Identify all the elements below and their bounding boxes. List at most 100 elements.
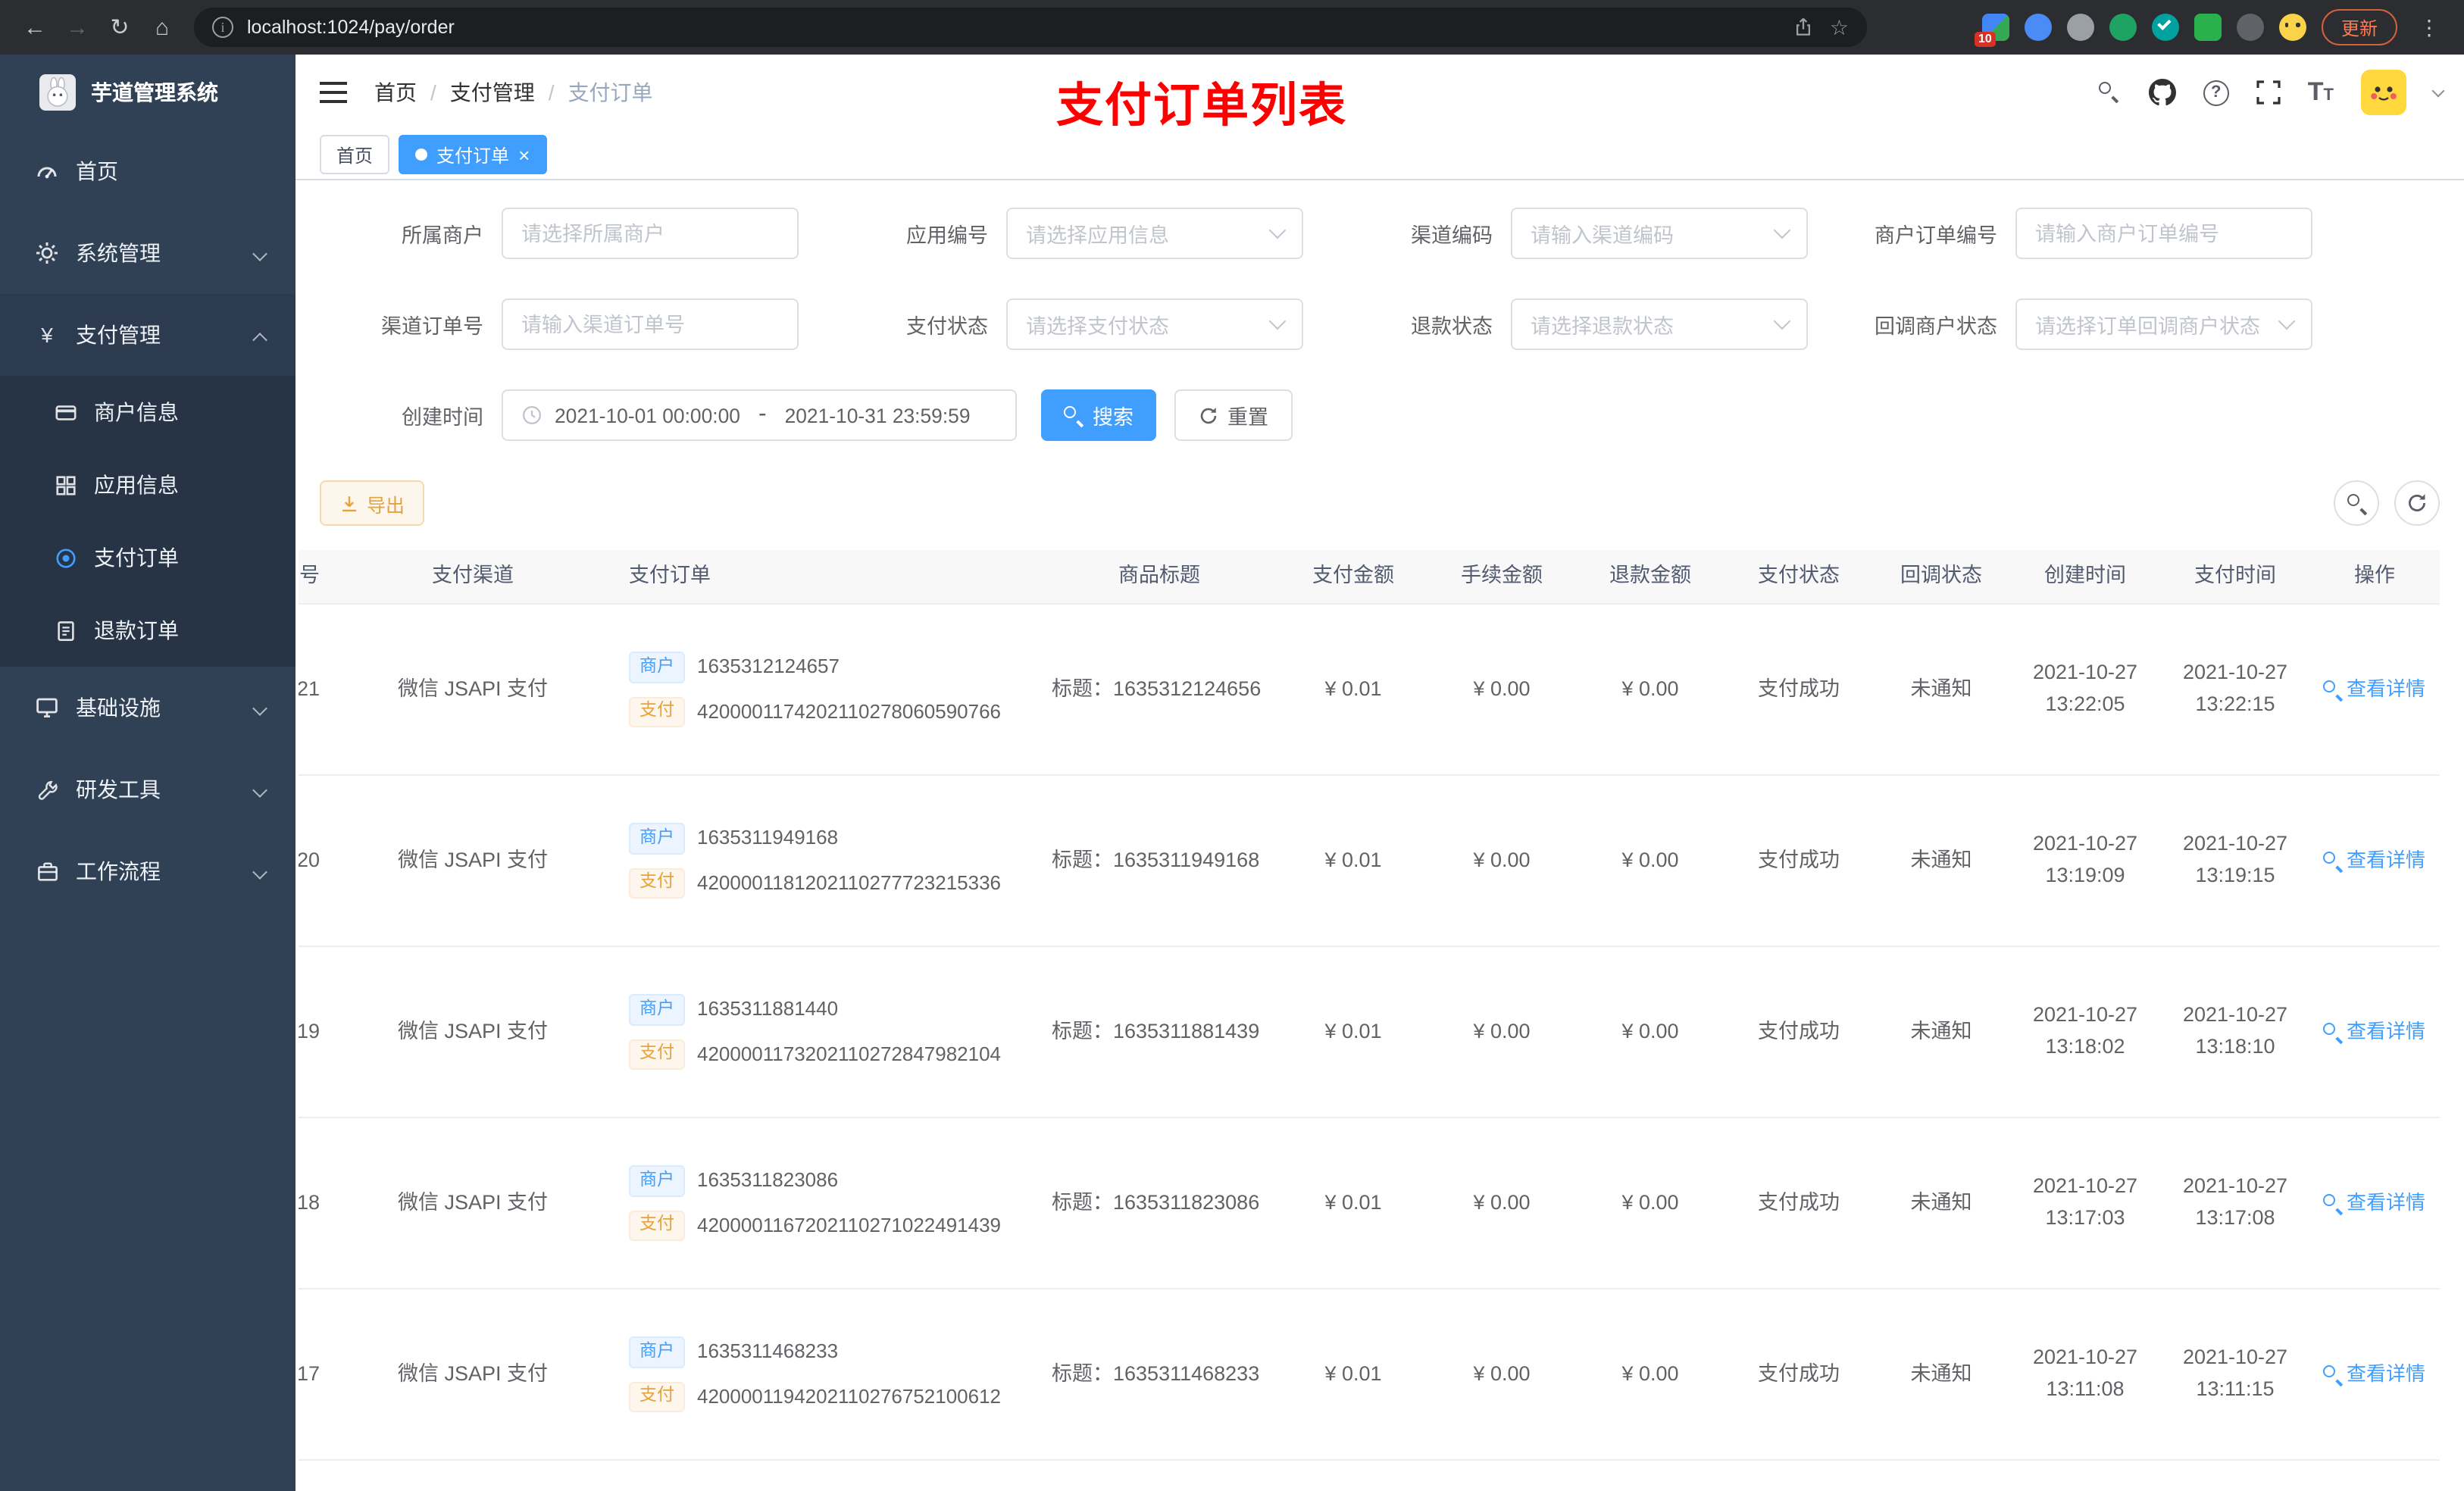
tags-view-bar: 首页 支付订单 × xyxy=(295,130,2464,180)
table-row: 18 微信 JSAPI 支付 商户 1635311823086 支付 4200001… xyxy=(299,1118,2440,1289)
sidebar-item-workflow[interactable]: 工作流程 xyxy=(0,830,295,912)
collapse-sidebar-button[interactable] xyxy=(320,82,347,103)
address-bar[interactable]: i localhost:1024/pay/order ☆ xyxy=(194,8,1867,47)
sidebar-item-label: 支付管理 xyxy=(76,323,161,347)
pay-badge: 支付 xyxy=(629,1039,685,1070)
cell-notify: 未通知 xyxy=(1910,848,1972,871)
reset-button[interactable]: 重置 xyxy=(1174,389,1293,441)
app-select[interactable]: 请选择应用信息 xyxy=(1006,208,1303,259)
filter-merchant-order-no: 商户订单编号 xyxy=(1834,208,2338,259)
back-button[interactable]: ← xyxy=(15,8,55,47)
cell-id: 17 xyxy=(299,1361,320,1385)
channel-code-select[interactable]: 请输入渠道编码 xyxy=(1511,208,1808,259)
browser-chrome: ← → ↻ ⌂ i localhost:1024/pay/order ☆ 10 xyxy=(0,0,2464,55)
cell-fee: ¥ 0.00 xyxy=(1473,1190,1531,1214)
monitor-icon xyxy=(33,695,61,720)
download-icon xyxy=(339,493,359,513)
github-icon[interactable] xyxy=(2148,79,2176,106)
search-icon xyxy=(2323,1194,2340,1211)
extension-icon[interactable] xyxy=(2109,14,2137,41)
refresh-table-button[interactable] xyxy=(2394,480,2440,526)
chevron-down-icon xyxy=(252,783,267,798)
pay-badge: 支付 xyxy=(629,1210,685,1241)
tab-pay-order[interactable]: 支付订单 × xyxy=(399,135,547,174)
font-size-icon[interactable]: TT xyxy=(2308,77,2334,108)
app-logo[interactable]: 芋道管理系统 xyxy=(0,55,295,130)
extension-icon[interactable] xyxy=(2066,14,2094,41)
table-row: 17 微信 JSAPI 支付 商户 1635311468233 支付 4200001… xyxy=(299,1289,2440,1461)
export-button[interactable]: 导出 xyxy=(320,480,425,526)
chevron-down-icon xyxy=(1773,221,1791,239)
forward-button[interactable]: → xyxy=(58,8,97,47)
fullscreen-icon[interactable] xyxy=(2256,80,2281,105)
extension-icon[interactable] xyxy=(2151,14,2179,41)
sidebar-item-system[interactable]: 系统管理 xyxy=(0,212,295,294)
briefcase-icon xyxy=(33,860,61,883)
sidebar-item-infra[interactable]: 基础设施 xyxy=(0,667,295,749)
breadcrumb-item[interactable]: 支付管理 xyxy=(450,77,535,108)
view-detail-link[interactable]: 查看详情 xyxy=(2323,1359,2425,1389)
sidebar-item-dev-tools[interactable]: 研发工具 xyxy=(0,749,295,830)
extension-icon[interactable] xyxy=(2194,14,2222,41)
filter-row: 所属商户 应用编号 请选择应用信息 渠道编码 请输入渠道编码 xyxy=(320,208,2440,259)
bookmark-star-icon[interactable]: ☆ xyxy=(1830,17,1849,38)
orders-table: 编号 支付渠道 支付订单 商品标题 支付金额 手续金额 退款金额 支付状态 回调… xyxy=(299,550,2461,1491)
user-avatar[interactable] xyxy=(2361,70,2406,115)
browser-menu-icon[interactable]: ⋮ xyxy=(2412,14,2446,40)
chevron-down-icon xyxy=(252,864,267,880)
view-detail-link[interactable]: 查看详情 xyxy=(2323,1188,2425,1218)
cell-create-time: 2021-10-27 13:22:05 xyxy=(2032,661,2138,715)
view-detail-link[interactable]: 查看详情 xyxy=(2323,674,2425,705)
merchant-input[interactable] xyxy=(502,208,799,259)
date-range-input[interactable]: 2021-10-01 00:00:00 - 2021-10-31 23:59:5… xyxy=(502,389,1017,441)
merchant-order-no: 1635312124657 xyxy=(697,655,840,678)
browser-toolbar-right: 10 更新 ⋮ xyxy=(1974,9,2449,47)
cell-id: 21 xyxy=(299,677,320,700)
sidebar-subitem-pay-order[interactable]: 支付订单 xyxy=(0,521,295,594)
help-icon[interactable]: ? xyxy=(2203,80,2229,105)
reload-button[interactable]: ↻ xyxy=(100,8,139,47)
home-button[interactable]: ⌂ xyxy=(142,8,182,47)
search-button[interactable]: 搜索 xyxy=(1041,389,1156,441)
cell-fee: ¥ 0.00 xyxy=(1473,848,1531,871)
channel-order-no-input[interactable] xyxy=(502,299,799,350)
share-icon[interactable] xyxy=(1793,17,1815,38)
profile-avatar[interactable] xyxy=(2278,14,2306,41)
avatar-caret-icon[interactable] xyxy=(2431,83,2445,97)
tab-close-icon[interactable]: × xyxy=(518,145,530,164)
toggle-search-button[interactable] xyxy=(2334,480,2379,526)
pay-status-select[interactable]: 请选择支付状态 xyxy=(1006,299,1303,350)
cell-id: 19 xyxy=(299,1019,320,1042)
sidebar-subitem-app-info[interactable]: 应用信息 xyxy=(0,449,295,521)
extension-icon[interactable]: 10 xyxy=(1974,14,2009,47)
site-info-icon[interactable]: i xyxy=(212,17,233,38)
search-icon xyxy=(2347,493,2366,513)
url-text: localhost:1024/pay/order xyxy=(247,17,455,38)
search-icon[interactable] xyxy=(2098,81,2122,104)
search-icon xyxy=(2323,852,2340,869)
breadcrumb-item: 支付订单 xyxy=(568,80,653,105)
table-row: 19 微信 JSAPI 支付 商户 1635311881440 支付 4200001… xyxy=(299,947,2440,1118)
merchant-order-no-input[interactable] xyxy=(2015,208,2312,259)
update-button[interactable]: 更新 xyxy=(2321,9,2397,45)
sidebar-subitem-refund-order[interactable]: 退款订单 xyxy=(0,594,295,667)
notify-status-select[interactable]: 请选择订单回调商户状态 xyxy=(2015,299,2312,350)
cell-create-time: 2021-10-27 13:18:02 xyxy=(2032,1003,2138,1058)
sidebar-subitem-merchant-info[interactable]: 商户信息 xyxy=(0,376,295,449)
filter-pay-status: 支付状态 请选择支付状态 xyxy=(824,299,1329,350)
export-button-label: 导出 xyxy=(367,495,405,516)
extension-icon[interactable] xyxy=(2024,14,2052,41)
cell-status: 支付成功 xyxy=(1758,1019,1840,1042)
sidebar-item-payment[interactable]: ¥ 支付管理 xyxy=(0,294,295,376)
cell-pay-order: 商户 1635311881440 支付 4200001173202110272847… xyxy=(608,947,1040,1117)
refund-status-select[interactable]: 请选择退款状态 xyxy=(1511,299,1808,350)
sidebar-item-home[interactable]: 首页 xyxy=(0,130,295,212)
refresh-icon xyxy=(1199,405,1218,425)
breadcrumb-item[interactable]: 首页 xyxy=(374,77,417,108)
view-detail-link[interactable]: 查看详情 xyxy=(2323,1017,2425,1047)
tab-home[interactable]: 首页 xyxy=(320,135,390,174)
cell-status: 支付成功 xyxy=(1758,1361,1840,1385)
view-detail-link[interactable]: 查看详情 xyxy=(2323,846,2425,876)
extension-icon[interactable] xyxy=(2236,14,2264,41)
cell-title: 标题：1635312124656 xyxy=(1052,677,1262,700)
